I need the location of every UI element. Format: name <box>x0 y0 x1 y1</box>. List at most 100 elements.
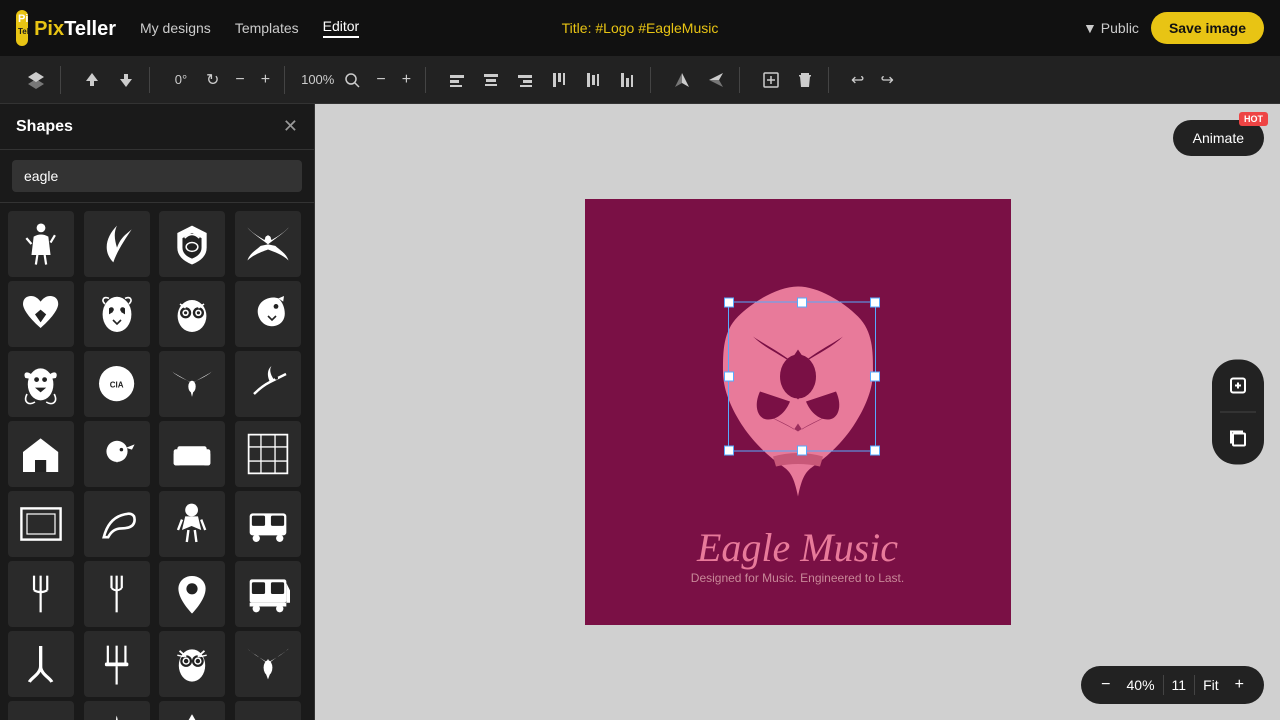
public-button[interactable]: ▼ Public <box>1083 20 1139 36</box>
align-top-button[interactable] <box>544 67 574 93</box>
shape-house-copyright[interactable]: © <box>8 421 74 487</box>
shape-picture-frame[interactable] <box>8 491 74 557</box>
sidebar-title: Shapes <box>16 118 73 136</box>
shape-dove-flying[interactable] <box>235 631 301 697</box>
logo-text: PixTeller <box>34 15 116 41</box>
svg-text:CIA: CIA <box>109 381 123 390</box>
zoom-minus[interactable]: − <box>370 67 391 93</box>
nav-title-prefix: Title: <box>562 20 592 36</box>
shape-bus[interactable] <box>235 491 301 557</box>
shape-garden-fork[interactable] <box>84 631 150 697</box>
shape-wishbone[interactable] <box>8 631 74 697</box>
shape-location-pin[interactable] <box>159 561 225 627</box>
shape-eagle-spread[interactable] <box>235 211 301 277</box>
flip-h-button[interactable] <box>667 67 697 93</box>
shape-candle[interactable] <box>84 701 150 720</box>
shape-eagle-bird2[interactable] <box>8 351 74 417</box>
nav-templates[interactable]: Templates <box>235 20 299 36</box>
nav-my-designs[interactable]: My designs <box>140 20 211 36</box>
page-number: 11 <box>1172 677 1187 693</box>
rotate-group: 0° ↻ − + <box>158 66 285 94</box>
dropdown-icon: ▼ <box>1083 20 1097 36</box>
shape-fork[interactable] <box>84 561 150 627</box>
shape-wing-spread[interactable] <box>8 701 74 720</box>
align-bottom-button[interactable] <box>612 67 642 93</box>
rotate-button[interactable]: ↻ <box>200 66 225 94</box>
shape-banana[interactable] <box>84 491 150 557</box>
zoom-plus[interactable]: + <box>396 67 417 93</box>
shape-eagle-profile[interactable] <box>235 281 301 347</box>
add-frame-button[interactable] <box>756 67 786 93</box>
fit-label[interactable]: Fit <box>1203 677 1219 693</box>
hot-badge: HOT <box>1239 112 1268 126</box>
shape-heart-eagle[interactable] <box>8 281 74 347</box>
logo-badge <box>16 10 28 46</box>
shape-branch-bird[interactable] <box>235 351 301 417</box>
search-box <box>0 150 314 203</box>
add-page-button[interactable] <box>1220 368 1256 404</box>
zoom-icon-btn[interactable] <box>338 68 366 92</box>
rotation-value: 0° <box>166 72 196 87</box>
shape-bus2[interactable] <box>235 561 301 627</box>
redo-button[interactable]: ↪ <box>874 66 899 94</box>
shape-arrow-leftright[interactable] <box>235 701 301 720</box>
zoom-in-button[interactable]: + <box>1227 672 1252 698</box>
canvas-wrapper: Eagle Music Designed for Music. Engineer… <box>585 199 1011 625</box>
animate-button[interactable]: Animate HOT <box>1173 120 1264 156</box>
sidebar-header: Shapes ✕ <box>0 104 314 150</box>
nav-editor[interactable]: Editor <box>323 18 360 38</box>
nav-title: Title: #Logo #EagleMusic <box>562 20 719 36</box>
shape-eagle-feather[interactable] <box>84 211 150 277</box>
move-up-button[interactable] <box>77 67 107 93</box>
logo[interactable]: PixTeller <box>16 8 116 48</box>
toolbar: 0° ↻ − + 100% − + <box>0 56 1280 104</box>
shape-sofa[interactable] <box>159 421 225 487</box>
shape-owl-face[interactable] <box>159 281 225 347</box>
public-label: Public <box>1101 20 1139 36</box>
align-middle-button[interactable] <box>578 67 608 93</box>
selected-shape[interactable] <box>698 282 898 507</box>
duplicate-page-button[interactable] <box>1220 421 1256 457</box>
shapes-grid: CIA © <box>0 203 314 720</box>
layers-button[interactable] <box>20 66 52 94</box>
shape-gingerbread[interactable] <box>159 491 225 557</box>
align-center-button[interactable] <box>476 67 506 93</box>
canvas[interactable]: Eagle Music Designed for Music. Engineer… <box>585 199 1011 625</box>
animate-label: Animate <box>1193 130 1244 146</box>
shape-pitchfork[interactable] <box>8 561 74 627</box>
align-right-button[interactable] <box>510 67 540 93</box>
bottom-bar: − 40% 11 Fit + <box>1081 666 1264 704</box>
eagle-music-title: Eagle Music <box>691 524 904 571</box>
move-down-button[interactable] <box>111 67 141 93</box>
search-input[interactable] <box>12 160 302 192</box>
zoom-value: 100% <box>301 72 334 87</box>
shape-eagle-shield[interactable] <box>159 211 225 277</box>
shape-cia-badge[interactable]: CIA <box>84 351 150 417</box>
shape-person-raising-hand[interactable] <box>8 211 74 277</box>
flip-v-button[interactable] <box>701 67 731 93</box>
page-divider <box>1194 675 1195 695</box>
right-panel-divider <box>1220 412 1256 413</box>
nav-title-value: #Logo #EagleMusic <box>595 20 718 36</box>
shape-arrow-updown[interactable] <box>159 701 225 720</box>
nav-right: ▼ Public Save image <box>1083 12 1264 44</box>
align-group <box>434 67 651 93</box>
close-sidebar-button[interactable]: ✕ <box>283 116 298 137</box>
shape-dove-wings[interactable] <box>159 351 225 417</box>
shape-grid-pattern[interactable] <box>235 421 301 487</box>
align-left-button[interactable] <box>442 67 472 93</box>
zoom-group: 100% − + <box>293 67 426 93</box>
zoom-divider <box>1163 675 1164 695</box>
history-group: ↩ ↪ <box>837 66 908 94</box>
zoom-out-button[interactable]: − <box>1093 672 1118 698</box>
animate-button-wrapper: Animate HOT <box>1173 120 1264 156</box>
shape-bird-small[interactable] <box>84 421 150 487</box>
save-image-button[interactable]: Save image <box>1151 12 1264 44</box>
delete-button[interactable] <box>790 67 820 93</box>
undo-button[interactable]: ↩ <box>845 66 870 94</box>
rotation-minus[interactable]: − <box>229 67 250 93</box>
rotation-plus[interactable]: + <box>255 67 276 93</box>
canvas-text: Eagle Music Designed for Music. Engineer… <box>691 524 904 585</box>
shape-owl[interactable] <box>159 631 225 697</box>
shape-eagle-face[interactable] <box>84 281 150 347</box>
